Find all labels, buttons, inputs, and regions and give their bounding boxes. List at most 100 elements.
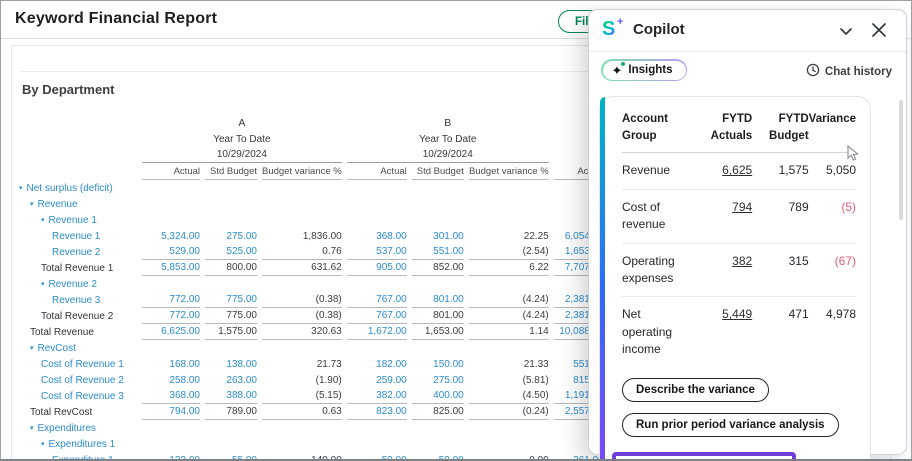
value-cell[interactable]: 132.00 bbox=[142, 452, 200, 461]
value-cell[interactable]: 5,324.00 bbox=[142, 228, 200, 244]
value-cell[interactable]: 767.00 bbox=[347, 308, 407, 324]
row-label-text[interactable]: Revenue 2 bbox=[52, 247, 100, 258]
value-cell[interactable]: 767.00 bbox=[347, 292, 407, 308]
row-label[interactable]: ▾ Expenditures 1 bbox=[17, 436, 137, 452]
chevron-down-icon[interactable] bbox=[838, 23, 854, 44]
value-cell[interactable]: 525.00 bbox=[205, 244, 257, 260]
collapse-triangle-icon[interactable]: ▾ bbox=[41, 281, 45, 288]
value-cell[interactable]: 59.00 bbox=[347, 452, 407, 461]
value-cell[interactable]: 258.00 bbox=[142, 372, 200, 388]
value-cell bbox=[142, 420, 200, 436]
fytd-actuals-cell[interactable]: 5,449 bbox=[694, 297, 752, 368]
row-label[interactable]: ▾ Revenue 2 bbox=[17, 276, 137, 292]
value-cell bbox=[469, 420, 549, 436]
row-label[interactable]: ▾ Expenditures bbox=[17, 420, 137, 436]
value-cell[interactable]: 551.00 bbox=[412, 244, 464, 260]
row-label[interactable]: ▾ Revenue bbox=[17, 196, 137, 212]
row-label-text[interactable]: Revenue 1 bbox=[52, 231, 100, 242]
value-cell[interactable]: 801.00 bbox=[412, 292, 464, 308]
suggestion-describe-the-variance[interactable]: Describe the variance bbox=[622, 378, 769, 402]
value-cell[interactable]: 905.00 bbox=[347, 260, 407, 276]
table-row: Total Revenue 2772.00775.00(0.38)767.008… bbox=[17, 308, 604, 324]
row-label[interactable]: Revenue 2 bbox=[17, 244, 137, 260]
value-cell[interactable]: 182.00 bbox=[347, 356, 407, 372]
row-label[interactable]: Cost of Revenue 3 bbox=[17, 388, 137, 404]
collapse-triangle-icon[interactable]: ▾ bbox=[41, 217, 45, 224]
close-icon[interactable] bbox=[870, 21, 888, 44]
value-cell bbox=[469, 340, 549, 356]
value-cell[interactable]: 400.00 bbox=[412, 388, 464, 404]
fytd-actuals-cell[interactable]: 794 bbox=[694, 189, 752, 243]
row-label[interactable]: ▾ Revenue 1 bbox=[17, 212, 137, 228]
fytd-actuals-cell[interactable]: 6,625 bbox=[694, 153, 752, 189]
row-label-text[interactable]: Cost of Revenue 3 bbox=[41, 391, 124, 402]
value-cell bbox=[262, 420, 342, 436]
table-row: Revenue 15,324.00275.001,836.00368.00301… bbox=[17, 228, 604, 244]
value-cell[interactable]: 537.00 bbox=[347, 244, 407, 260]
fytd-actuals-cell[interactable]: 382 bbox=[694, 243, 752, 297]
row-label[interactable]: Revenue 1 bbox=[17, 228, 137, 244]
collapse-triangle-icon[interactable]: ▾ bbox=[30, 201, 34, 208]
value-cell[interactable]: 275.00 bbox=[205, 228, 257, 244]
value-cell[interactable]: 1,672.00 bbox=[347, 324, 407, 340]
row-label[interactable]: Expenditure 1 bbox=[17, 452, 137, 461]
row-label-text[interactable]: Expenditures 1 bbox=[49, 439, 116, 450]
value-cell[interactable]: 772.00 bbox=[142, 308, 200, 324]
suggestion-run-prior-period-variance-analysis[interactable]: Run prior period variance analysis bbox=[622, 413, 839, 437]
collapse-triangle-icon[interactable]: ▾ bbox=[30, 345, 34, 352]
value-cell[interactable]: 382.00 bbox=[347, 388, 407, 404]
row-label-text[interactable]: Expenditure 1 bbox=[52, 455, 114, 461]
value-cell[interactable]: 794.00 bbox=[142, 404, 200, 420]
actuals-link[interactable]: 382 bbox=[732, 254, 752, 268]
value-cell[interactable]: 150.00 bbox=[412, 356, 464, 372]
collapse-triangle-icon[interactable]: ▾ bbox=[41, 441, 45, 448]
row-label[interactable]: Cost of Revenue 2 bbox=[17, 372, 137, 388]
value-cell[interactable]: 6,625.00 bbox=[142, 324, 200, 340]
value-cell[interactable]: 168.00 bbox=[142, 356, 200, 372]
row-label-text[interactable]: RevCost bbox=[38, 343, 76, 354]
value-cell: 1.14 bbox=[469, 324, 549, 340]
value-cell[interactable]: 55.00 bbox=[205, 452, 257, 461]
value-cell: (5.15) bbox=[262, 388, 342, 404]
value-cell[interactable]: 529.00 bbox=[142, 244, 200, 260]
row-label[interactable]: ▾ Net surplus (deficit) bbox=[17, 180, 137, 196]
row-label-text[interactable]: Cost of Revenue 1 bbox=[41, 359, 124, 370]
value-cell[interactable]: 138.00 bbox=[205, 356, 257, 372]
collapse-triangle-icon[interactable]: ▾ bbox=[30, 425, 34, 432]
row-label-text[interactable]: Revenue 3 bbox=[52, 295, 100, 306]
value-cell[interactable]: 772.00 bbox=[142, 292, 200, 308]
actuals-link[interactable]: 5,449 bbox=[722, 307, 752, 321]
value-cell[interactable]: 368.00 bbox=[347, 228, 407, 244]
fytd-budget-cell: 1,575 bbox=[752, 153, 808, 189]
actuals-link[interactable]: 794 bbox=[732, 200, 752, 214]
value-cell bbox=[412, 180, 464, 196]
value-cell[interactable]: 263.00 bbox=[205, 372, 257, 388]
row-label-text[interactable]: Revenue bbox=[38, 199, 78, 210]
row-label-text[interactable]: Revenue 1 bbox=[49, 215, 97, 226]
value-cell[interactable]: 301.00 bbox=[412, 228, 464, 244]
value-cell: 0.00 bbox=[469, 452, 549, 461]
row-label-text[interactable]: Expenditures bbox=[38, 423, 96, 434]
tab-insights[interactable]: ✦ Insights bbox=[601, 59, 687, 81]
row-label[interactable]: ▾ RevCost bbox=[17, 340, 137, 356]
value-cell[interactable]: 259.00 bbox=[347, 372, 407, 388]
row-label-text[interactable]: Revenue 2 bbox=[49, 279, 97, 290]
chat-history-button[interactable]: Chat history bbox=[806, 63, 892, 80]
value-cell[interactable]: 275.00 bbox=[412, 372, 464, 388]
row-label[interactable]: Revenue 3 bbox=[17, 292, 137, 308]
value-cell[interactable]: 775.00 bbox=[205, 292, 257, 308]
value-cell[interactable]: 59.00 bbox=[412, 452, 464, 461]
app-window: Keyword Financial Report Filters By Depa… bbox=[0, 0, 912, 461]
value-cell[interactable]: 388.00 bbox=[205, 388, 257, 404]
row-label[interactable]: Cost of Revenue 1 bbox=[17, 356, 137, 372]
value-cell[interactable]: 368.00 bbox=[142, 388, 200, 404]
value-cell bbox=[469, 196, 549, 212]
column-group-period: Year To Date bbox=[142, 131, 342, 147]
row-label-text[interactable]: Net surplus (deficit) bbox=[27, 183, 113, 194]
value-cell[interactable]: 5,853.00 bbox=[142, 260, 200, 276]
row-label-text[interactable]: Cost of Revenue 2 bbox=[41, 375, 124, 386]
actuals-link[interactable]: 6,625 bbox=[722, 163, 752, 177]
copilot-scrollbar-thumb[interactable] bbox=[899, 100, 903, 220]
value-cell[interactable]: 823.00 bbox=[347, 404, 407, 420]
collapse-triangle-icon[interactable]: ▾ bbox=[19, 185, 23, 192]
